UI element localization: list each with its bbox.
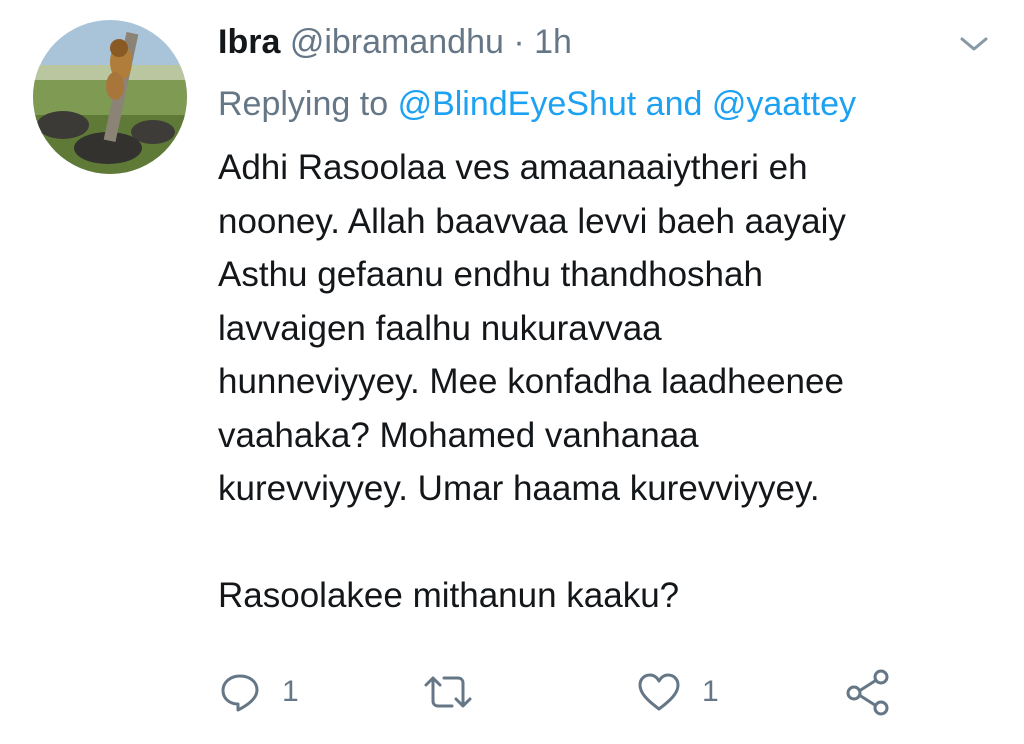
tweet-text-line: Adhi Rasoolaa ves amaanaaiytheri eh xyxy=(218,148,808,187)
separator-dot: · xyxy=(513,23,525,61)
user-handle[interactable]: @ibramandhu xyxy=(290,23,504,61)
replying-to: Replying to @BlindEyeShut and @yaattey xyxy=(218,81,856,127)
tweet-text-line: Rasoolakee mithanun kaaku? xyxy=(218,576,680,615)
tweet-text-line: kurevviyyey. Umar haama kurevviyyey. xyxy=(218,469,820,508)
mention-joiner: and xyxy=(645,85,703,123)
tweet-text-line: vaahaka? Mohamed vanhanaa xyxy=(218,415,699,455)
tweet-actions: 1 1 xyxy=(0,664,1024,720)
retweet-button[interactable] xyxy=(422,664,494,720)
avatar-image xyxy=(33,20,187,174)
tweet-text: Adhi Rasoolaa ves amaanaaiytheri eh noon… xyxy=(218,141,998,623)
reply-icon xyxy=(221,674,259,712)
tweet-header: Ibra @ibramandhu · 1h xyxy=(218,20,572,64)
tweet-text-line: lavvaigen faalhu nukuravvaa xyxy=(218,308,662,348)
like-button[interactable]: 1 xyxy=(636,664,719,720)
reply-count: 1 xyxy=(282,675,299,708)
mention-link[interactable]: @yaattey xyxy=(712,85,856,123)
reply-button[interactable]: 1 xyxy=(218,664,299,720)
tweet-card[interactable]: Ibra @ibramandhu · 1h Replying to @Blind… xyxy=(0,0,1024,744)
tweet-text-line: hunneviyyey. Mee konfadha laadheenee xyxy=(218,362,844,401)
retweet-icon xyxy=(424,676,472,708)
replying-to-label: Replying to xyxy=(218,85,389,123)
tweet-text-line: nooney. Allah baavvaa levvi baeh aayaiy xyxy=(218,201,846,241)
heart-icon xyxy=(638,673,680,711)
tweet-text-line: Asthu gefaanu endhu thandhoshah xyxy=(218,255,763,294)
share-icon xyxy=(846,669,889,716)
share-button[interactable] xyxy=(844,664,892,720)
avatar[interactable] xyxy=(33,20,187,174)
display-name[interactable]: Ibra xyxy=(218,23,280,61)
mention-link[interactable]: @BlindEyeShut xyxy=(398,85,637,123)
tweet-menu-button[interactable] xyxy=(958,32,990,56)
like-count: 1 xyxy=(702,675,719,708)
chevron-down-icon xyxy=(960,37,988,51)
timestamp[interactable]: 1h xyxy=(534,23,572,61)
